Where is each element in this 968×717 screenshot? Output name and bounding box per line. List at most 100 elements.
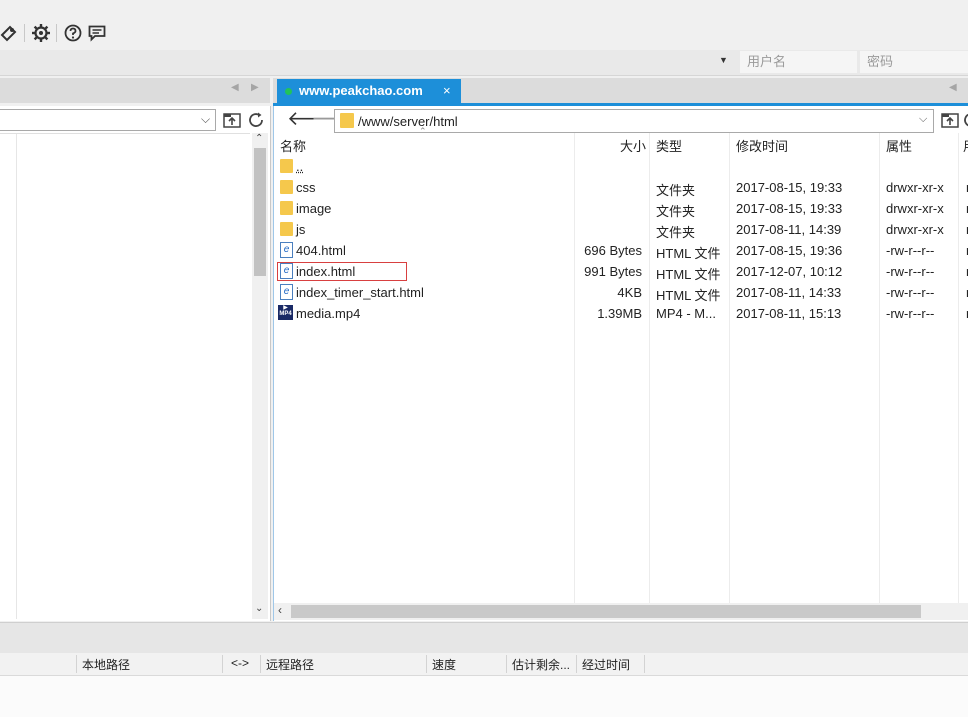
login-bar: ▼ 用户名 密码 bbox=[0, 50, 968, 76]
file-modified: 2017-08-11, 14:39 bbox=[736, 222, 841, 237]
tab-scroll-right-icon[interactable]: ▶ bbox=[251, 82, 259, 93]
parent-folder-icon[interactable] bbox=[941, 111, 959, 129]
username-field[interactable]: 用户名 bbox=[740, 51, 857, 73]
file-modified: 2017-08-15, 19:33 bbox=[736, 201, 842, 216]
toolbar-separator bbox=[24, 24, 25, 42]
tab-title: www.peakchao.com bbox=[299, 83, 423, 98]
file-type: MP4 - M... bbox=[656, 306, 716, 321]
file-type: HTML 文件 bbox=[656, 264, 721, 283]
toolbar-separator bbox=[56, 24, 57, 42]
queue-header-remote-path[interactable]: 远程路径 bbox=[266, 656, 314, 673]
file-size: 1.39MB bbox=[597, 306, 642, 321]
file-name: js bbox=[296, 222, 305, 237]
parent-folder-icon[interactable] bbox=[223, 111, 241, 129]
selection-highlight bbox=[277, 262, 407, 281]
file-attributes: drwxr-xr-x bbox=[886, 201, 944, 216]
queue-column-separator bbox=[576, 655, 577, 673]
html-file-icon: e bbox=[280, 284, 293, 300]
file-row[interactable]: .. bbox=[276, 156, 968, 177]
scroll-down-icon[interactable]: ⌄ bbox=[255, 603, 263, 614]
html-file-icon: e bbox=[280, 242, 293, 258]
queue-header-speed[interactable]: 速度 bbox=[432, 656, 456, 673]
feedback-icon[interactable] bbox=[87, 23, 107, 43]
queue-header-elapsed[interactable]: 经过时间 bbox=[582, 656, 630, 673]
host-dropdown-arrow-icon[interactable]: ▼ bbox=[719, 55, 728, 65]
local-scrollbar-thumb[interactable] bbox=[254, 148, 266, 276]
toolbar bbox=[0, 0, 968, 50]
remote-path-text: /www/server/html bbox=[358, 114, 458, 129]
file-name: media.mp4 bbox=[296, 306, 360, 321]
file-name: index_timer_start.html bbox=[296, 285, 424, 300]
folder-icon bbox=[280, 222, 293, 236]
folder-icon bbox=[280, 159, 293, 173]
file-row[interactable]: e 404.html 696 Bytes HTML 文件 2017-08-15,… bbox=[276, 240, 968, 261]
queue-column-separator bbox=[506, 655, 507, 673]
file-attributes: -rw-r--r-- bbox=[886, 306, 934, 321]
local-tab-strip: ◀ ▶ bbox=[0, 78, 270, 103]
refresh-icon[interactable] bbox=[962, 111, 968, 129]
column-header-size[interactable]: 大小 bbox=[620, 136, 646, 155]
mp4-file-icon: ▶ MP4 bbox=[278, 305, 293, 320]
remote-path-dropdown-icon[interactable]: ⌵ bbox=[919, 113, 927, 126]
column-header-attributes[interactable]: 属性 bbox=[886, 136, 912, 155]
file-name: css bbox=[296, 180, 316, 195]
connect-icon[interactable] bbox=[0, 23, 20, 43]
tab-close-icon[interactable]: × bbox=[443, 83, 451, 98]
file-attributes: drwxr-xr-x bbox=[886, 180, 944, 195]
scroll-left-icon[interactable]: ‹ bbox=[278, 603, 282, 617]
file-name: .. bbox=[296, 159, 303, 174]
help-icon[interactable] bbox=[63, 23, 83, 43]
file-row[interactable]: image 文件夹 2017-08-15, 19:33 drwxr-xr-x r bbox=[276, 198, 968, 219]
column-header-extra[interactable]: 用 bbox=[963, 136, 968, 155]
folder-icon bbox=[280, 201, 293, 215]
file-size: 991 Bytes bbox=[584, 264, 642, 279]
file-modified: 2017-08-15, 19:33 bbox=[736, 180, 842, 195]
file-type: HTML 文件 bbox=[656, 285, 721, 304]
queue-header-local-path[interactable]: 本地路径 bbox=[82, 656, 130, 673]
queue-column-separator bbox=[260, 655, 261, 673]
local-column-divider bbox=[16, 134, 17, 619]
file-size: 4KB bbox=[617, 285, 642, 300]
column-header-modified[interactable]: 修改时间 bbox=[736, 136, 788, 155]
tab-scroll-left-icon[interactable]: ◀ bbox=[231, 82, 239, 93]
file-row[interactable]: e index_timer_start.html 4KB HTML 文件 201… bbox=[276, 282, 968, 303]
column-header-type[interactable]: 类型 bbox=[656, 136, 682, 155]
connection-status-icon bbox=[285, 88, 292, 95]
scroll-up-icon[interactable]: ⌃ bbox=[255, 133, 263, 144]
file-row[interactable]: ▶ MP4 media.mp4 1.39MB MP4 - M... 2017-08… bbox=[276, 303, 968, 324]
refresh-icon[interactable] bbox=[247, 111, 265, 129]
file-type: 文件夹 bbox=[656, 201, 695, 220]
file-row[interactable]: css 文件夹 2017-08-15, 19:33 drwxr-xr-x r bbox=[276, 177, 968, 198]
file-attributes: drwxr-xr-x bbox=[886, 222, 944, 237]
tab-remote-site[interactable]: www.peakchao.com × bbox=[277, 79, 461, 103]
password-field[interactable]: 密码 bbox=[860, 51, 968, 73]
horizontal-scrollbar-thumb[interactable] bbox=[291, 605, 921, 618]
file-size: 696 Bytes bbox=[584, 243, 642, 258]
file-modified: 2017-08-11, 14:33 bbox=[736, 285, 841, 300]
file-name: 404.html bbox=[296, 243, 346, 258]
file-type: HTML 文件 bbox=[656, 243, 721, 262]
settings-icon[interactable] bbox=[31, 23, 51, 43]
column-header-name[interactable]: 名称 bbox=[280, 136, 306, 155]
file-attributes: -rw-r--r-- bbox=[886, 285, 934, 300]
queue-toolbar bbox=[0, 622, 968, 654]
local-path-dropdown-icon[interactable]: ⌵ bbox=[201, 112, 210, 127]
sort-indicator-icon: ⌃ bbox=[419, 126, 427, 137]
queue-column-separator bbox=[222, 655, 223, 673]
file-modified: 2017-08-15, 19:36 bbox=[736, 243, 842, 258]
queue-header-direction[interactable]: <-> bbox=[231, 656, 249, 670]
queue-column-separator bbox=[426, 655, 427, 673]
file-name: image bbox=[296, 201, 331, 216]
local-path-input[interactable]: ⌵ bbox=[0, 109, 216, 131]
tab-scroll-left-icon[interactable]: ◀ bbox=[949, 82, 957, 93]
queue-column-separator bbox=[76, 655, 77, 673]
queue-header-remaining[interactable]: 估计剩余... bbox=[512, 656, 570, 673]
queue-list[interactable] bbox=[0, 676, 968, 717]
file-modified: 2017-12-07, 10:12 bbox=[736, 264, 842, 279]
path-folder-icon bbox=[340, 113, 354, 128]
file-attributes: -rw-r--r-- bbox=[886, 264, 934, 279]
local-file-list[interactable] bbox=[0, 133, 250, 620]
file-row[interactable]: js 文件夹 2017-08-11, 14:39 drwxr-xr-x r bbox=[276, 219, 968, 240]
file-type: 文件夹 bbox=[656, 180, 695, 199]
file-type: 文件夹 bbox=[656, 222, 695, 241]
